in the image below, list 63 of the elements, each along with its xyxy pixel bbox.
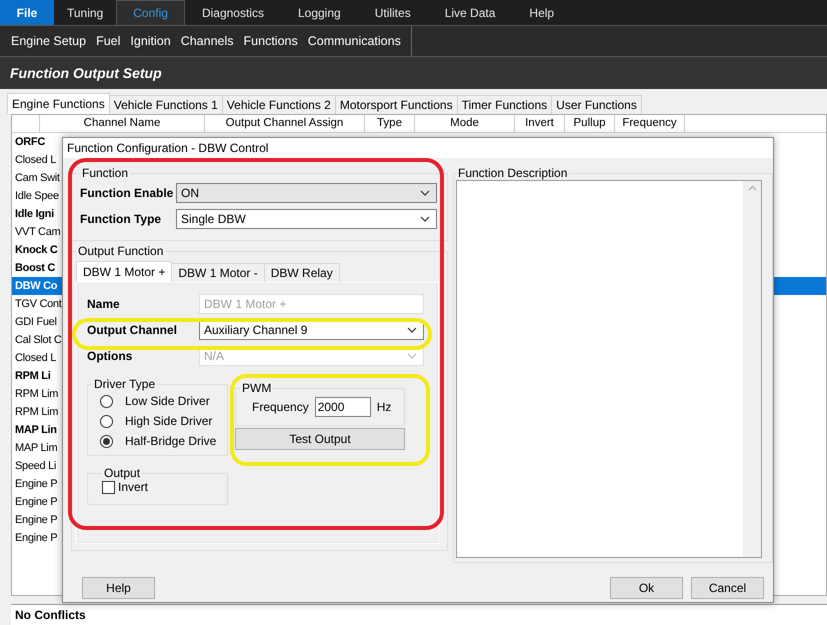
help-button[interactable]: Help (82, 577, 155, 599)
tab[interactable]: Motorsport Functions (334, 95, 458, 114)
radio-label: Low Side Driver (125, 394, 210, 408)
field-label: Name (87, 297, 121, 311)
test-output-button[interactable]: Test Output (235, 428, 405, 450)
ok-button[interactable]: Ok (610, 577, 683, 599)
group-title: Driver Type (93, 377, 156, 391)
group-title: Function Description (457, 166, 568, 180)
group-title: Output Function (77, 244, 164, 258)
page-title: Function Output Setup (10, 65, 162, 81)
column-header[interactable]: Frequency (615, 115, 685, 132)
cancel-button[interactable]: Cancel (691, 577, 764, 599)
field-label: Frequency (252, 400, 309, 414)
chevron-down-icon (420, 190, 430, 196)
radio-label: High Side Driver (125, 414, 212, 428)
menu-item[interactable]: Diagnostics (184, 0, 281, 25)
field-label: Function Type (80, 212, 162, 226)
field-label: Options (87, 349, 134, 363)
field-label: Function Enable (80, 186, 174, 200)
chevron-down-icon (407, 327, 417, 333)
menu-item[interactable]: Config (116, 0, 185, 25)
tab[interactable]: DBW 1 Motor + (76, 261, 172, 282)
submenu-item[interactable]: Fuel (91, 34, 126, 48)
column-header[interactable]: Type (365, 115, 415, 132)
group-title: Output (103, 466, 142, 480)
description-field[interactable] (456, 180, 762, 558)
dropdown-field[interactable]: Auxiliary Channel 9 (199, 320, 424, 340)
menu-item[interactable]: Utilites (358, 0, 428, 25)
dropdown-field[interactable]: ON (176, 183, 437, 203)
menu-item[interactable]: Tuning (54, 0, 116, 25)
checkbox-label: Invert (118, 480, 148, 494)
tab[interactable]: User Functions (551, 95, 642, 114)
radio-button[interactable] (100, 434, 113, 448)
group-title: PWM (241, 381, 272, 395)
submenu-item[interactable]: Channels (176, 34, 239, 48)
radio-button[interactable] (100, 394, 113, 408)
group-title: Function (81, 166, 130, 180)
tab[interactable]: Engine Functions (7, 93, 110, 114)
column-header[interactable]: Pullup (565, 115, 615, 132)
submenu-item[interactable]: Ignition (125, 34, 176, 48)
submenu-item[interactable]: Communications (302, 34, 406, 48)
checkbox[interactable] (102, 480, 115, 494)
column-header[interactable]: Invert (515, 115, 565, 132)
frequency-field[interactable]: 2000 (314, 397, 371, 417)
column-header[interactable]: Output Channel Assign (205, 115, 365, 132)
menu-item[interactable]: Logging (280, 0, 358, 25)
column-header[interactable]: Mode (415, 115, 515, 132)
file-menu[interactable]: File (0, 0, 54, 25)
submenu-item[interactable]: Functions (238, 34, 303, 48)
dropdown-field[interactable]: Single DBW (176, 209, 437, 229)
unit-label: Hz (376, 400, 392, 414)
column-header[interactable]: Channel Name (40, 115, 205, 132)
dialog-title: Function Configuration - DBW Control (67, 141, 268, 155)
radio-label: Half-Bridge Drive (125, 434, 216, 448)
chevron-down-icon (407, 353, 417, 359)
menu-item[interactable]: Help (512, 0, 572, 25)
status-text: No Conflicts (15, 608, 86, 622)
chevron-down-icon (420, 216, 430, 222)
menu-item[interactable]: Live Data (428, 0, 512, 25)
submenu-item[interactable]: Engine Setup (6, 34, 92, 48)
tab[interactable]: DBW Relay (264, 263, 340, 282)
radio-button[interactable] (100, 414, 113, 428)
field-label: Output Channel (87, 323, 178, 337)
